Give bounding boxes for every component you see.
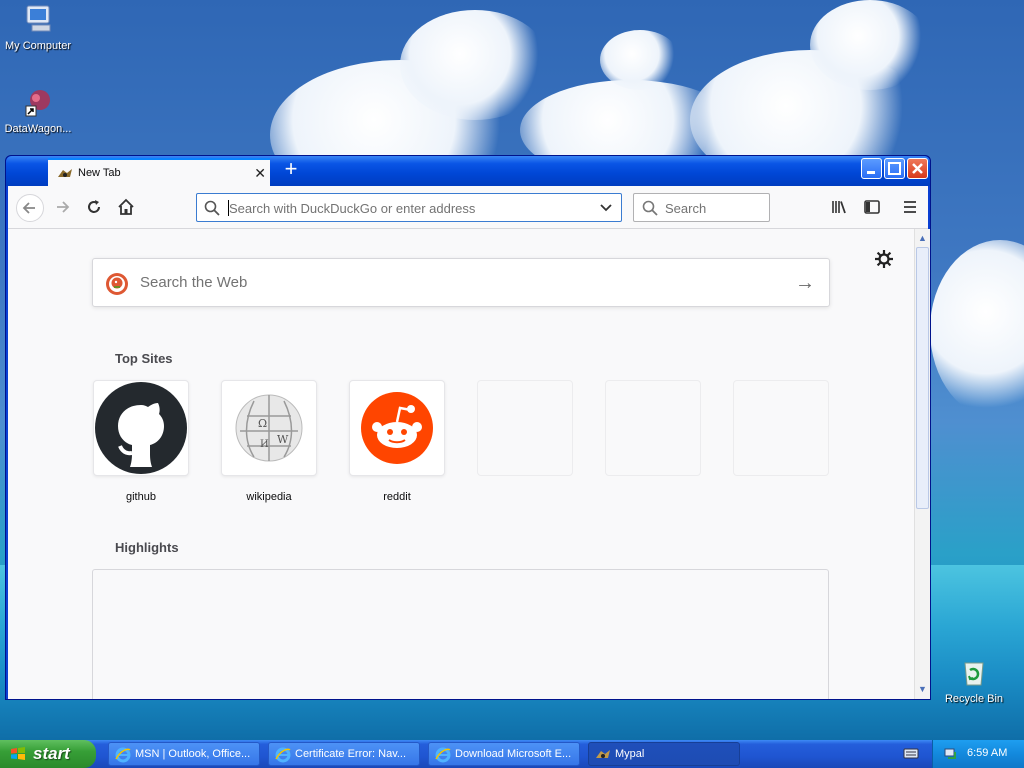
- svg-text:W: W: [277, 433, 289, 446]
- taskbar: start MSN | Outlook, Office... Certifica…: [0, 740, 1024, 768]
- network-icon[interactable]: [943, 746, 959, 762]
- minimize-button[interactable]: [861, 158, 882, 179]
- wikipedia-icon: Ω W И: [235, 394, 303, 462]
- scrollbar-thumb[interactable]: [916, 247, 929, 509]
- desktop-icon-label: Recycle Bin: [944, 693, 1004, 705]
- desktop-icon-label: DataWagon...: [4, 123, 72, 135]
- datawagon-shortcut-icon: [25, 90, 50, 117]
- title-bar[interactable]: New Tab ✕ +: [6, 156, 930, 187]
- top-site-empty: [605, 380, 701, 476]
- vertical-scrollbar[interactable]: ▲ ▼: [914, 229, 930, 699]
- svg-text:И: И: [260, 439, 269, 450]
- new-tab-page: Search the Web → Top Sites github Ω W И …: [8, 229, 914, 699]
- library-icon: [832, 201, 846, 214]
- address-bar[interactable]: Search with DuckDuckGo or enter address: [196, 193, 622, 222]
- duckduckgo-icon: [106, 273, 128, 295]
- close-icon: [912, 163, 923, 174]
- search-icon: [642, 200, 658, 216]
- top-site-label: wikipedia: [246, 491, 292, 503]
- web-search-box[interactable]: Search the Web →: [92, 258, 830, 307]
- reload-button[interactable]: [80, 194, 108, 222]
- scroll-down-icon[interactable]: ▼: [916, 682, 929, 696]
- highlights-panel: [92, 569, 829, 699]
- arrow-right-icon[interactable]: →: [795, 272, 815, 295]
- taskbar-item-msn[interactable]: MSN | Outlook, Office...: [108, 742, 260, 766]
- address-placeholder: Search with DuckDuckGo or enter address: [229, 201, 476, 216]
- back-button[interactable]: [16, 194, 44, 222]
- sidebar-icon: [864, 200, 880, 214]
- minimize-icon: [867, 171, 875, 174]
- maximize-icon: [888, 162, 901, 175]
- github-icon: [95, 382, 187, 474]
- scroll-up-icon[interactable]: ▲: [916, 231, 929, 245]
- browser-window: New Tab ✕ + Search with DuckDuckGo or en…: [5, 155, 931, 700]
- ie-icon: [275, 747, 291, 763]
- recycle-bin-icon: [964, 662, 984, 686]
- mypal-icon: [596, 750, 610, 758]
- svg-text:Ω: Ω: [258, 417, 267, 430]
- taskbar-item-label: Download Microsoft E...: [455, 748, 572, 760]
- chevron-down-icon[interactable]: [599, 202, 613, 214]
- taskbar-item-download[interactable]: Download Microsoft E...: [428, 742, 580, 766]
- sidebar-button[interactable]: [858, 194, 886, 222]
- mypal-icon: [58, 169, 72, 177]
- top-site-label: github: [126, 491, 156, 503]
- desktop-icon-recycle-bin[interactable]: Recycle Bin: [934, 656, 1014, 705]
- windows-logo-icon: [11, 747, 25, 760]
- tab-title: New Tab: [78, 167, 121, 179]
- home-icon: [118, 198, 134, 215]
- top-site-wikipedia[interactable]: Ω W И: [221, 380, 317, 476]
- taskbar-item-label: MSN | Outlook, Office...: [135, 748, 251, 760]
- new-tab-button[interactable]: +: [280, 158, 302, 182]
- taskbar-item-certificate-error[interactable]: Certificate Error: Nav...: [268, 742, 420, 766]
- search-placeholder: Search: [665, 201, 707, 216]
- home-button[interactable]: [112, 194, 140, 222]
- desktop-icon-label: My Computer: [4, 40, 72, 52]
- system-tray: 6:59 AM: [932, 740, 1024, 768]
- ie-icon: [115, 747, 131, 763]
- tab-new-tab[interactable]: New Tab ✕: [48, 158, 270, 187]
- search-bar[interactable]: Search: [633, 193, 770, 222]
- arrow-right-icon: [57, 201, 70, 213]
- clock[interactable]: 6:59 AM: [967, 747, 1007, 759]
- highlights-heading: Highlights: [115, 540, 179, 555]
- top-site-label: reddit: [383, 491, 411, 503]
- desktop-icon-my-computer[interactable]: My Computer: [0, 3, 78, 52]
- hamburger-menu-icon: [904, 201, 916, 213]
- taskbar-item-mypal[interactable]: Mypal: [588, 742, 740, 766]
- gear-icon[interactable]: [874, 249, 894, 269]
- top-sites-heading: Top Sites: [115, 351, 173, 366]
- top-site-reddit[interactable]: [349, 380, 445, 476]
- top-site-github[interactable]: [93, 380, 189, 476]
- reload-icon: [88, 200, 100, 213]
- reddit-icon: [361, 392, 433, 464]
- desktop-icon-datawagon[interactable]: DataWagon...: [0, 86, 78, 135]
- taskbar-item-label: Mypal: [615, 748, 645, 760]
- close-window-button[interactable]: [907, 158, 928, 179]
- ie-icon: [435, 747, 451, 763]
- maximize-button[interactable]: [884, 158, 905, 179]
- menu-button[interactable]: [896, 194, 924, 222]
- library-button[interactable]: [826, 194, 854, 222]
- close-tab-icon[interactable]: ✕: [254, 165, 266, 182]
- top-site-empty: [477, 380, 573, 476]
- forward-button[interactable]: [48, 194, 76, 222]
- nav-toolbar: Search with DuckDuckGo or enter address …: [8, 186, 928, 229]
- arrow-left-icon: [22, 202, 35, 214]
- start-label: start: [33, 744, 70, 763]
- search-icon: [204, 200, 220, 216]
- keyboard-icon[interactable]: [903, 746, 919, 763]
- top-site-empty: [733, 380, 829, 476]
- web-search-placeholder: Search the Web: [140, 274, 248, 291]
- computer-icon: [26, 5, 51, 32]
- taskbar-item-label: Certificate Error: Nav...: [295, 748, 407, 760]
- start-button[interactable]: start: [0, 740, 96, 768]
